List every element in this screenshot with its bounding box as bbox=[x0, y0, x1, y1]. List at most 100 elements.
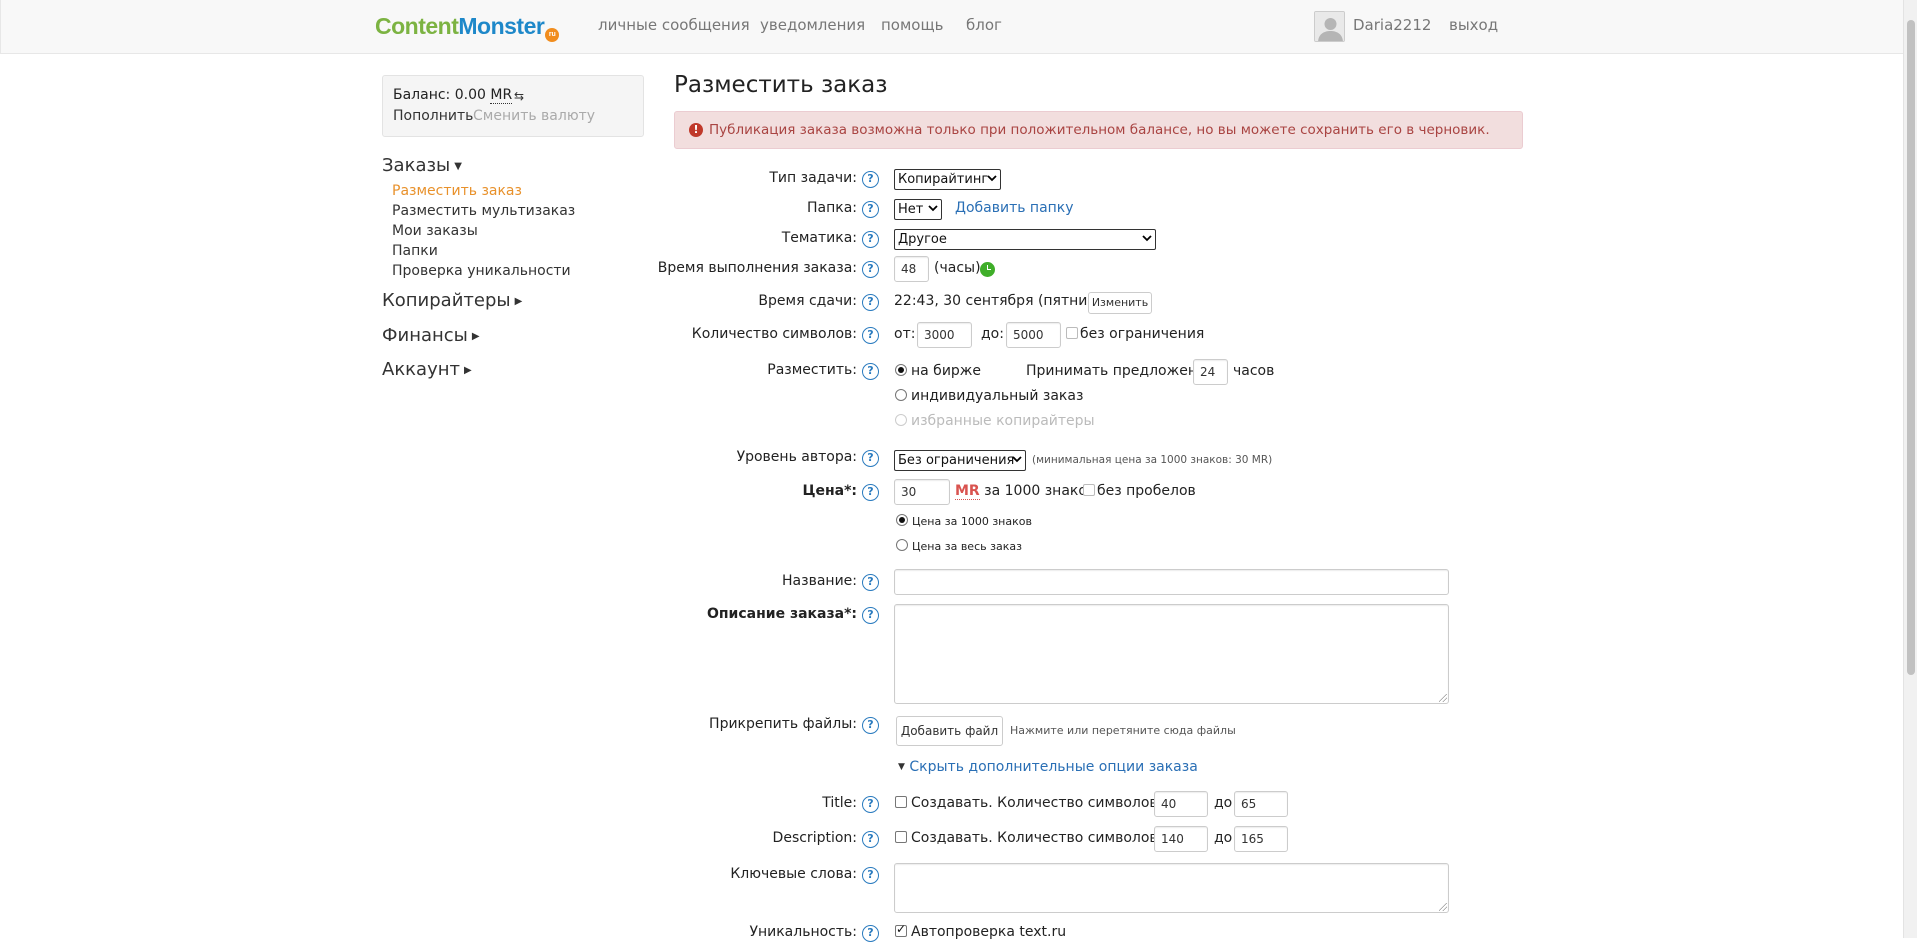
question-circle-icon[interactable]: ? bbox=[862, 574, 879, 591]
logo[interactable]: ContentMonster ru bbox=[375, 13, 560, 42]
author-level-label: Уровень автора: bbox=[736, 449, 857, 465]
char-count-to-input[interactable]: 5000 bbox=[1006, 322, 1061, 348]
clock-icon[interactable] bbox=[980, 262, 995, 277]
placement-individual-label: индивидуальный заказ bbox=[911, 388, 1084, 404]
uniqueness-checkbox[interactable] bbox=[895, 922, 907, 937]
resize-grip-icon[interactable] bbox=[1439, 694, 1447, 702]
sidebar-section-orders[interactable]: Заказы ▼ bbox=[382, 155, 462, 176]
change-currency-link[interactable]: Сменить валюту bbox=[473, 108, 595, 124]
no-spaces-label: без пробелов bbox=[1097, 483, 1196, 499]
add-file-button[interactable]: Добавить файл bbox=[896, 716, 1003, 746]
question-circle-icon[interactable]: ? bbox=[862, 450, 879, 467]
question-circle-icon[interactable]: ? bbox=[862, 607, 879, 624]
question-circle-icon[interactable]: ? bbox=[862, 231, 879, 248]
price-currency[interactable]: MR bbox=[955, 483, 980, 500]
balance-label: Баланс: 0.00 MR bbox=[393, 87, 513, 104]
topic-select[interactable]: Другое bbox=[894, 229, 1156, 250]
balance-currency: MR bbox=[490, 87, 513, 104]
seo-description-from-input[interactable]: 140 bbox=[1154, 826, 1208, 852]
logo-part-content: Content bbox=[375, 13, 459, 39]
sidebar-section-account[interactable]: Аккаунт ▶ bbox=[382, 359, 472, 380]
description-textarea[interactable] bbox=[894, 604, 1449, 704]
logo-ru-badge: ru bbox=[545, 28, 560, 42]
question-circle-icon[interactable]: ? bbox=[862, 327, 879, 344]
sidebar-section-finance[interactable]: Финансы ▶ bbox=[382, 325, 480, 346]
deadline-label: Время сдачи: bbox=[758, 293, 857, 309]
question-circle-icon[interactable]: ? bbox=[862, 484, 879, 501]
balance-alert: ! Публикация заказа возможна только при … bbox=[674, 111, 1523, 149]
sidebar-item-multi-order[interactable]: Разместить мультизаказ bbox=[392, 203, 575, 219]
page-scrollbar[interactable] bbox=[1903, 0, 1917, 938]
username-link[interactable]: Daria2212 bbox=[1353, 16, 1431, 34]
seo-description-to-input[interactable]: 165 bbox=[1234, 826, 1288, 852]
balance-panel: Баланс: 0.00 MR ⇆ Пополнить Сменить валю… bbox=[382, 75, 644, 137]
question-circle-icon[interactable]: ? bbox=[862, 171, 879, 188]
avatar[interactable] bbox=[1314, 11, 1345, 42]
nav-messages-link[interactable]: личные сообщения bbox=[598, 16, 750, 34]
seo-title-to-input[interactable]: 65 bbox=[1234, 791, 1288, 817]
question-circle-icon[interactable]: ? bbox=[862, 201, 879, 218]
change-deadline-button[interactable]: Изменить bbox=[1088, 292, 1152, 314]
keywords-textarea[interactable] bbox=[894, 863, 1449, 913]
char-count-to-label: до: bbox=[981, 326, 1004, 342]
question-circle-icon[interactable]: ? bbox=[862, 294, 879, 311]
sidebar-item-my-orders[interactable]: Мои заказы bbox=[392, 223, 478, 239]
order-name-input[interactable] bbox=[894, 569, 1449, 595]
caret-right-icon: ▶ bbox=[514, 296, 523, 307]
attach-files-label: Прикрепить файлы: bbox=[709, 716, 857, 732]
toggle-extra-options[interactable]: ▼ Скрыть дополнительные опции заказа bbox=[898, 759, 1198, 775]
price-per-label: за 1000 знаков bbox=[984, 483, 1096, 499]
exec-time-input[interactable]: 48 bbox=[894, 256, 929, 282]
top-navbar: ContentMonster ru личные сообщения уведом… bbox=[0, 0, 1903, 54]
price-whole-order-radio[interactable] bbox=[896, 539, 908, 551]
placement-individual-radio[interactable] bbox=[895, 389, 907, 401]
question-circle-icon[interactable]: ? bbox=[862, 363, 879, 380]
scrollbar-thumb[interactable] bbox=[1907, 20, 1915, 675]
placement-favorites-label: избранные копирайтеры bbox=[911, 413, 1095, 429]
accept-offers-input[interactable]: 24 bbox=[1193, 359, 1228, 385]
topup-link[interactable]: Пополнить bbox=[393, 108, 473, 124]
sidebar-section-label: Аккаунт bbox=[382, 359, 460, 380]
nav-help-link[interactable]: помощь bbox=[881, 16, 943, 34]
seo-title-from-input[interactable]: 40 bbox=[1154, 791, 1208, 817]
resize-grip-icon[interactable] bbox=[1439, 903, 1447, 911]
nav-notifications-link[interactable]: уведомления bbox=[760, 16, 865, 34]
sidebar-section-label: Финансы bbox=[382, 325, 468, 346]
nav-blog-link[interactable]: блог bbox=[966, 16, 1002, 34]
price-input[interactable]: 30 bbox=[894, 479, 950, 505]
seo-description-checkbox[interactable] bbox=[895, 831, 907, 843]
no-spaces-checkbox[interactable] bbox=[1083, 484, 1095, 496]
author-level-select[interactable]: Без ограничения bbox=[894, 450, 1026, 471]
chevron-down-icon bbox=[987, 175, 997, 182]
topic-label: Тематика: bbox=[781, 230, 857, 246]
sidebar-section-label: Копирайтеры bbox=[382, 290, 511, 311]
swap-icon[interactable]: ⇆ bbox=[514, 89, 524, 103]
accept-offers-label: Принимать предложения bbox=[1026, 363, 1215, 379]
price-per-1000-radio[interactable] bbox=[896, 514, 908, 526]
char-count-from-input[interactable]: 3000 bbox=[917, 322, 972, 348]
seo-title-checkbox[interactable] bbox=[895, 796, 907, 808]
description-label: Описание заказа*: bbox=[706, 606, 857, 622]
alert-text: Публикация заказа возможна только при по… bbox=[709, 122, 1490, 138]
question-circle-icon[interactable]: ? bbox=[862, 717, 879, 734]
toggle-extra-link[interactable]: Скрыть дополнительные опции заказа bbox=[909, 759, 1197, 775]
question-circle-icon[interactable]: ? bbox=[862, 796, 879, 813]
question-circle-icon[interactable]: ? bbox=[862, 831, 879, 848]
unlimited-checkbox[interactable] bbox=[1066, 327, 1078, 339]
attach-hint: Нажмите или перетяните сюда файлы bbox=[1010, 724, 1236, 737]
question-circle-icon[interactable]: ? bbox=[862, 867, 879, 884]
sidebar-item-folders[interactable]: Папки bbox=[392, 243, 438, 259]
sidebar-item-uniqueness-check[interactable]: Проверка уникальности bbox=[392, 263, 571, 279]
placement-exchange-radio[interactable] bbox=[895, 364, 907, 376]
sidebar-section-copywriters[interactable]: Копирайтеры ▶ bbox=[382, 290, 522, 311]
add-folder-link[interactable]: Добавить папку bbox=[955, 200, 1074, 216]
task-type-select[interactable]: Копирайтинг bbox=[894, 169, 1001, 190]
question-circle-icon[interactable]: ? bbox=[862, 925, 879, 942]
task-type-value: Копирайтинг bbox=[898, 172, 989, 187]
exec-time-label: Время выполнения заказа: bbox=[657, 260, 857, 276]
question-circle-icon[interactable]: ? bbox=[862, 261, 879, 278]
char-count-label: Количество символов: bbox=[691, 326, 857, 342]
sidebar-item-place-order[interactable]: Разместить заказ bbox=[392, 183, 522, 199]
logout-link[interactable]: выход bbox=[1449, 16, 1498, 34]
folder-select[interactable]: Нет bbox=[894, 199, 942, 220]
